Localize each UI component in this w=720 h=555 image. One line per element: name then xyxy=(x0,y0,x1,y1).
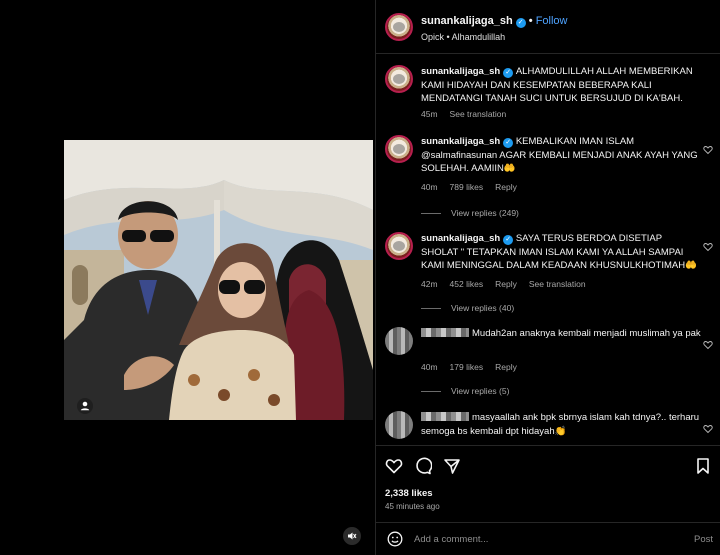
commenter-avatar[interactable] xyxy=(385,327,413,355)
view-replies[interactable]: View replies (40) xyxy=(421,303,514,313)
share-icon[interactable] xyxy=(443,457,461,475)
comments-list: sunankalijaga_sh ✓ ALHAMDULILLAH ALLAH ME… xyxy=(376,55,720,445)
post-header: sunankalijaga_sh ✓ • Follow Opick • Alham… xyxy=(376,0,720,54)
comment-text: Mudah2an anaknya kembali menjadi muslima… xyxy=(421,327,701,341)
reply-button[interactable]: Reply xyxy=(495,279,517,289)
verified-badge-icon: ✓ xyxy=(503,138,514,148)
comment-username[interactable]: sunankalijaga_sh xyxy=(421,233,500,244)
comment-text: sunankalijaga_sh ✓ SAYA TERUS BERDOA DISE… xyxy=(421,232,701,273)
like-count[interactable]: 2,338 likes xyxy=(385,488,433,499)
replies-divider xyxy=(421,213,441,215)
comment-input[interactable]: Add a comment... xyxy=(414,534,488,545)
mute-icon[interactable] xyxy=(343,527,361,545)
view-replies-label[interactable]: View replies (5) xyxy=(451,386,509,396)
separator: • xyxy=(525,15,536,27)
replies-divider xyxy=(421,391,441,393)
post-photo[interactable] xyxy=(64,140,373,420)
post-media xyxy=(0,0,375,555)
caption-text: sunankalijaga_sh ✓ ALHAMDULILLAH ALLAH ME… xyxy=(421,65,701,106)
comment-username[interactable]: sunankalijaga_sh xyxy=(421,136,500,147)
comment-composer: Add a comment... Post xyxy=(376,522,720,555)
audio-label[interactable]: Opick • Alhamdulillah xyxy=(421,32,505,42)
post-time: 45 minutes ago xyxy=(385,502,440,511)
redacted-username[interactable] xyxy=(421,328,469,337)
verified-badge-icon: ✓ xyxy=(515,18,526,28)
comment-like-icon[interactable] xyxy=(703,142,713,155)
view-replies[interactable]: View replies (5) xyxy=(421,386,509,396)
author-username[interactable]: sunankalijaga_sh xyxy=(421,15,513,27)
comment-username[interactable]: sunankalijaga_sh xyxy=(421,66,500,77)
commenter-avatar[interactable] xyxy=(385,135,413,163)
comment-text: masyaallah ank bpk sbrnya islam kah tdny… xyxy=(421,411,701,438)
comment-time: 40m xyxy=(421,182,438,192)
reply-button[interactable]: Reply xyxy=(495,182,517,192)
comment-like-icon[interactable] xyxy=(703,337,713,350)
comment-meta: 40m 789 likes Reply xyxy=(421,182,529,192)
verified-badge-icon: ✓ xyxy=(503,235,514,245)
comment-like-icon[interactable] xyxy=(703,239,713,252)
comment-like-icon[interactable] xyxy=(703,421,713,434)
commenter-avatar[interactable] xyxy=(385,65,413,93)
view-replies[interactable]: View replies (249) xyxy=(421,208,519,218)
commenter-avatar[interactable] xyxy=(385,232,413,260)
replies-divider xyxy=(421,308,441,310)
follow-button[interactable]: Follow xyxy=(536,15,568,27)
author-line: sunankalijaga_sh ✓ • Follow xyxy=(421,15,567,28)
see-translation-link[interactable]: See translation xyxy=(450,109,507,119)
comment-likes[interactable]: 789 likes xyxy=(450,182,484,192)
redacted-username[interactable] xyxy=(421,412,469,421)
comment-meta: 40m 179 likes Reply xyxy=(421,362,529,372)
comment-likes[interactable]: 179 likes xyxy=(450,362,484,372)
photo-illustration xyxy=(64,140,373,420)
comment-time: 45m xyxy=(421,109,438,119)
comment-text: sunankalijaga_sh ✓ KEMBALIKAN IMAN ISLAM … xyxy=(421,135,701,176)
post-button[interactable]: Post xyxy=(694,534,713,545)
bookmark-icon[interactable] xyxy=(694,457,712,475)
post-side-panel: sunankalijaga_sh ✓ • Follow Opick • Alham… xyxy=(375,0,720,555)
view-replies-label[interactable]: View replies (249) xyxy=(451,208,519,218)
action-bar: 2,338 likes 45 minutes ago xyxy=(376,445,720,525)
user-tag-icon[interactable] xyxy=(77,398,93,414)
view-replies-label[interactable]: View replies (40) xyxy=(451,303,514,313)
comment-body: Mudah2an anaknya kembali menjadi muslima… xyxy=(472,328,701,339)
emoji-icon[interactable] xyxy=(387,531,403,547)
commenter-avatar[interactable] xyxy=(385,411,413,439)
comment-time: 42m xyxy=(421,279,438,289)
comment-time: 40m xyxy=(421,362,438,372)
comment-meta: 45m See translation xyxy=(421,109,518,119)
see-translation-link[interactable]: See translation xyxy=(529,279,586,289)
comment-icon[interactable] xyxy=(414,457,433,475)
author-avatar[interactable] xyxy=(385,13,413,41)
heart-icon[interactable] xyxy=(385,457,403,475)
comment-likes[interactable]: 452 likes xyxy=(450,279,484,289)
verified-badge-icon: ✓ xyxy=(503,68,514,78)
reply-button[interactable]: Reply xyxy=(495,362,517,372)
comment-meta: 42m 452 likes Reply See translation xyxy=(421,279,598,289)
